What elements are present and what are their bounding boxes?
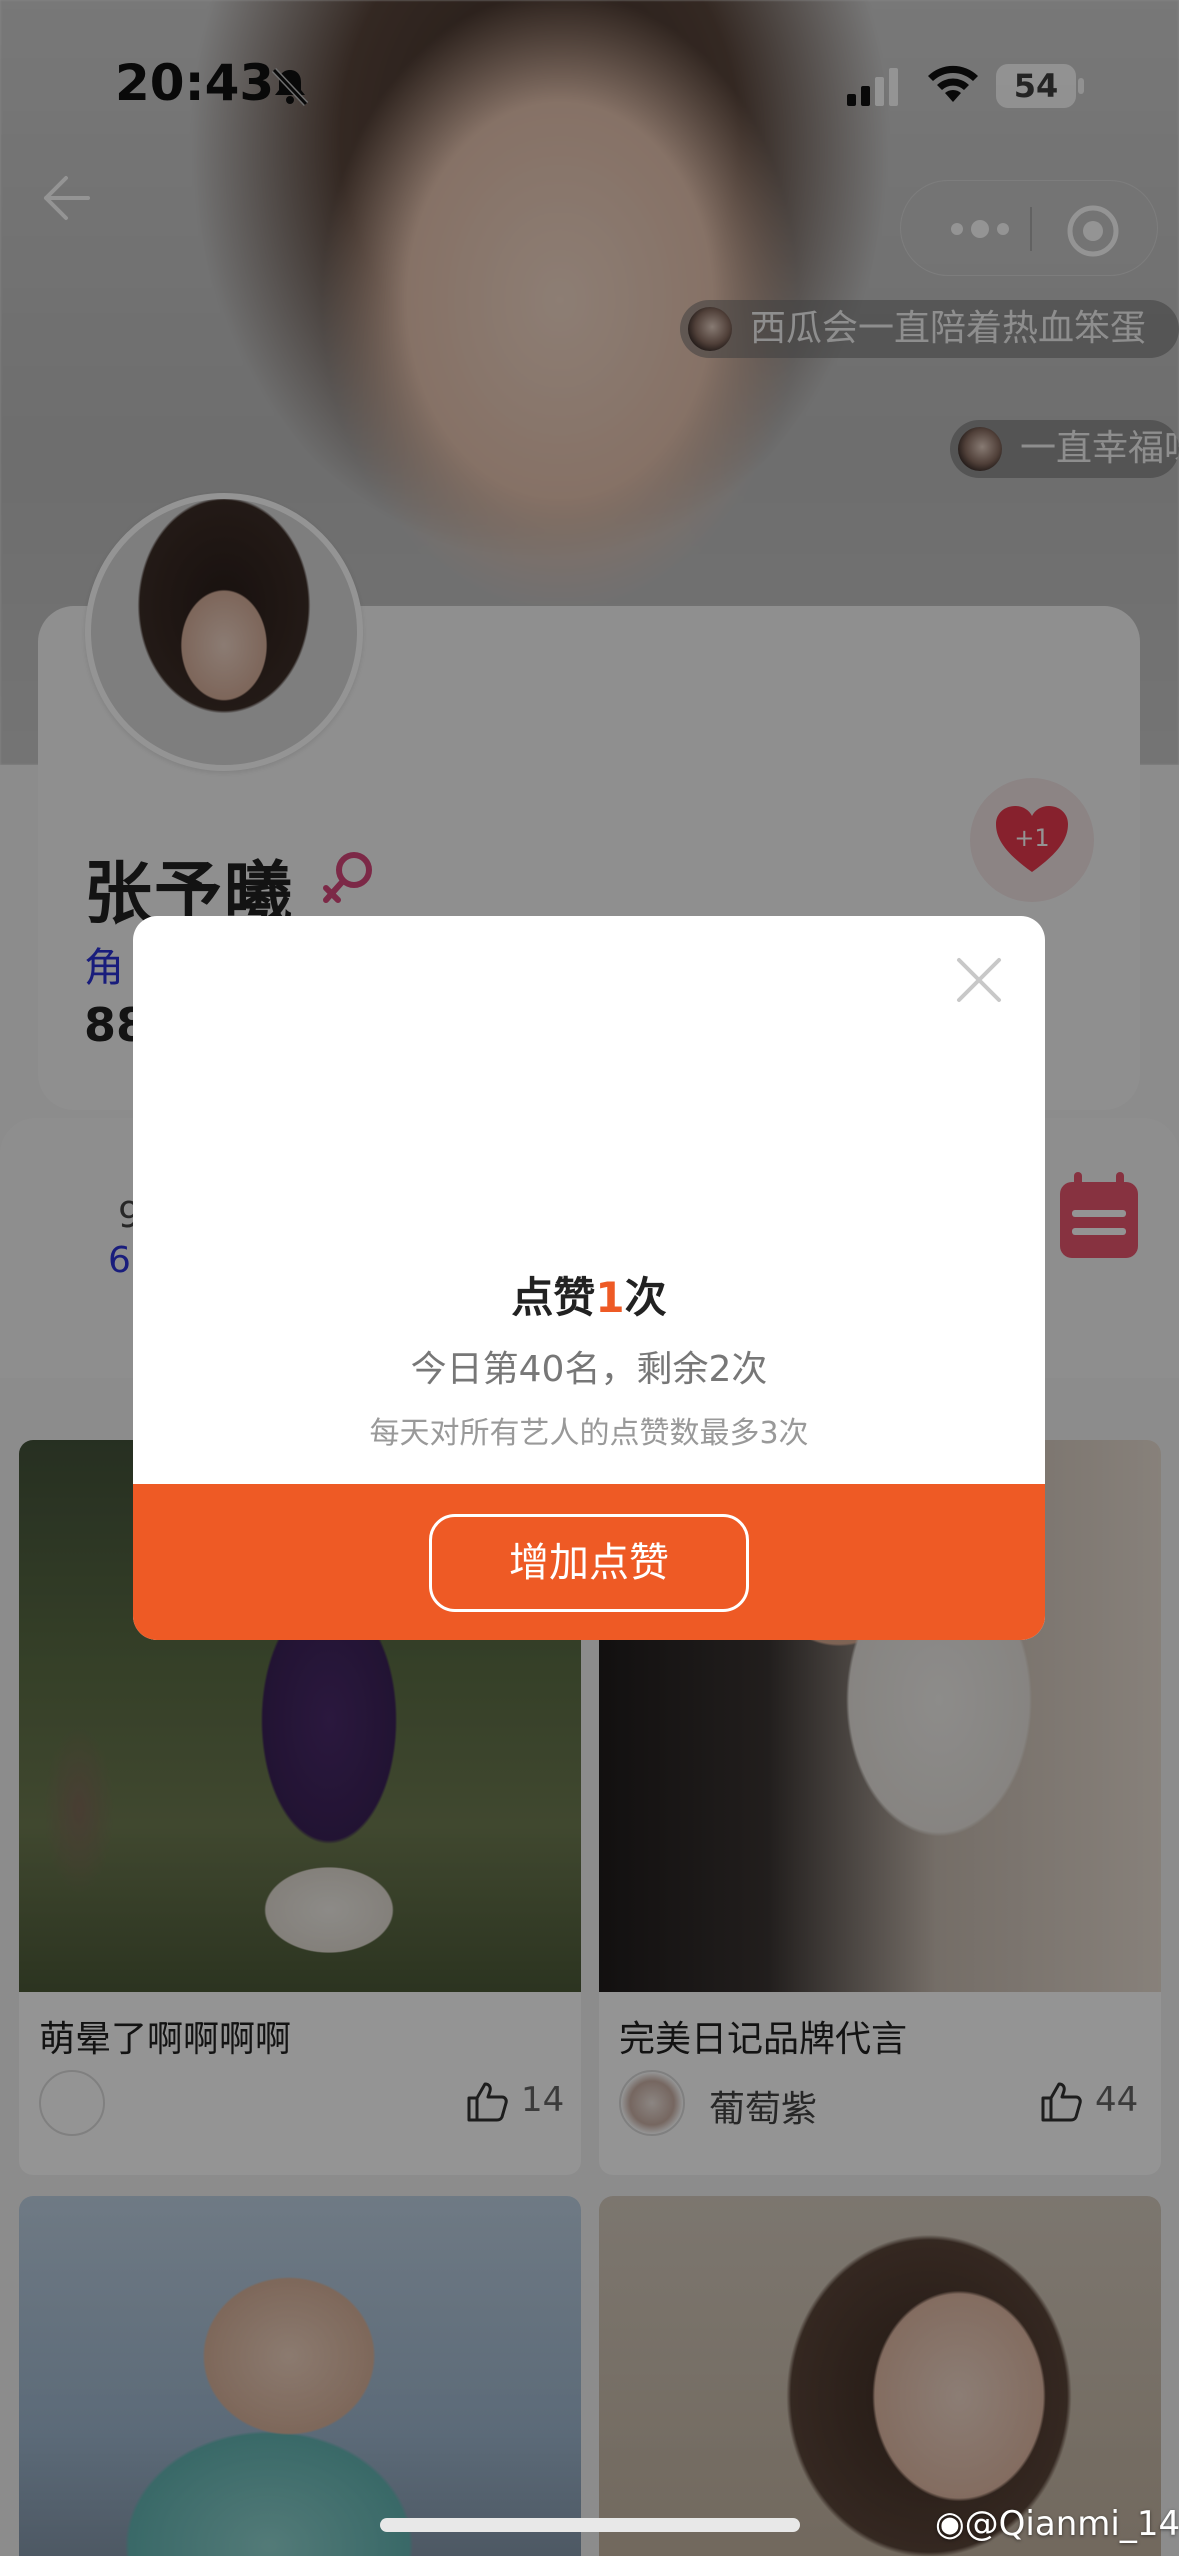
title-suffix: 次 (624, 1273, 667, 1322)
dialog-hint: 每天对所有艺人的点赞数最多3次 (369, 1416, 809, 1451)
like-count-highlight: 1 (595, 1273, 625, 1322)
watermark-text: @Qianmi_14 (964, 2504, 1179, 2544)
weibo-icon: ◉ (935, 2504, 965, 2544)
add-like-button[interactable]: 增加点赞 (429, 1514, 749, 1612)
watermark: ◉@Qianmi_14 (935, 2504, 1179, 2544)
like-dialog: 点赞1次 今日第40名，剩余2次 每天对所有艺人的点赞数最多3次 增加点赞 (133, 916, 1045, 1640)
close-icon[interactable] (951, 952, 1007, 1008)
title-prefix: 点赞 (511, 1273, 596, 1322)
dialog-title: 点赞1次 (133, 1264, 1045, 1325)
dialog-subtitle: 今日第40名，剩余2次 (410, 1349, 768, 1390)
dialog-footer: 增加点赞 (133, 1484, 1045, 1640)
home-indicator[interactable] (380, 2518, 800, 2532)
